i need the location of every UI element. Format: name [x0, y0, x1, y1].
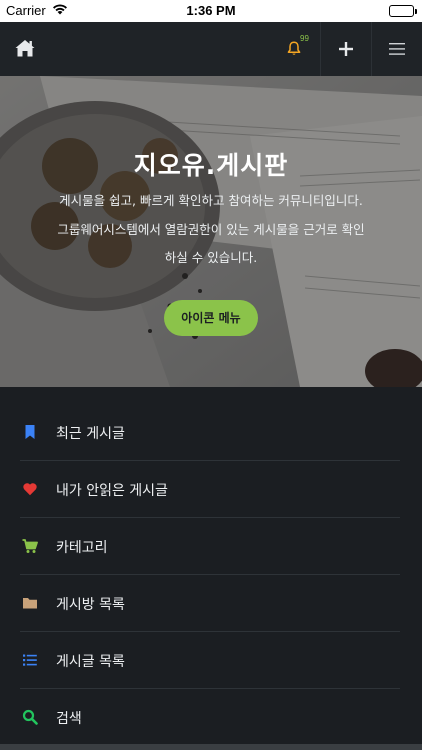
- home-button[interactable]: [14, 38, 38, 60]
- cart-icon: [22, 539, 38, 553]
- menu-item-recent-posts[interactable]: 최근 게시글: [20, 404, 400, 461]
- hero-description-line: 그룹웨어시스템에서 열람권한이 있는 게시물을 근거로 확인: [57, 222, 365, 237]
- top-navbar: 99: [0, 22, 422, 76]
- battery-icon: [389, 5, 417, 17]
- search-icon: [22, 709, 38, 725]
- plus-icon: [339, 42, 353, 56]
- menu-item-label: 검색: [56, 711, 82, 727]
- menu-item-label: 게시글 목록: [56, 654, 125, 670]
- notifications-button[interactable]: 99: [282, 34, 320, 63]
- menu-item-post-list[interactable]: 게시글 목록: [20, 632, 400, 689]
- bookmark-icon: [25, 425, 35, 439]
- bell-icon: [287, 41, 301, 55]
- menu-item-label: 내가 안읽은 게시글: [56, 483, 168, 499]
- menu-item-search[interactable]: 검색: [20, 689, 400, 746]
- hero-banner: 지오유.게시판 게시물을 쉽고, 빠르게 확인하고 참여하는 커뮤니티입니다. …: [0, 76, 422, 387]
- hero-description-line: 게시물을 쉽고, 빠르게 확인하고 참여하는 커뮤니티입니다.: [59, 193, 363, 208]
- hero-description-line: 하실 수 있습니다.: [164, 250, 258, 265]
- bottom-bar: [0, 744, 422, 750]
- list-icon: [23, 654, 37, 666]
- icon-menu-button[interactable]: 아이콘 메뉴: [164, 300, 258, 336]
- hamburger-icon: [389, 43, 405, 55]
- folder-icon: [23, 598, 37, 609]
- status-bar: Carrier 1:36 PM: [0, 0, 422, 22]
- menu-item-label: 게시방 목록: [56, 597, 125, 613]
- heart-icon: [23, 483, 37, 496]
- menu-item-unread-posts[interactable]: 내가 안읽은 게시글: [20, 461, 400, 518]
- nav-divider: [320, 22, 321, 76]
- clock: 1:36 PM: [186, 3, 236, 18]
- home-icon: [15, 40, 35, 57]
- menu-item-category[interactable]: 카테고리: [20, 518, 400, 575]
- notification-badge: 99: [300, 34, 309, 43]
- add-button[interactable]: [322, 22, 370, 76]
- menu-item-label: 최근 게시글: [56, 426, 125, 442]
- menu-item-board-list[interactable]: 게시방 목록: [20, 575, 400, 632]
- menu-button[interactable]: [372, 22, 422, 76]
- hero-title: 지오유.게시판: [133, 151, 289, 180]
- menu-item-label: 카테고리: [56, 540, 108, 556]
